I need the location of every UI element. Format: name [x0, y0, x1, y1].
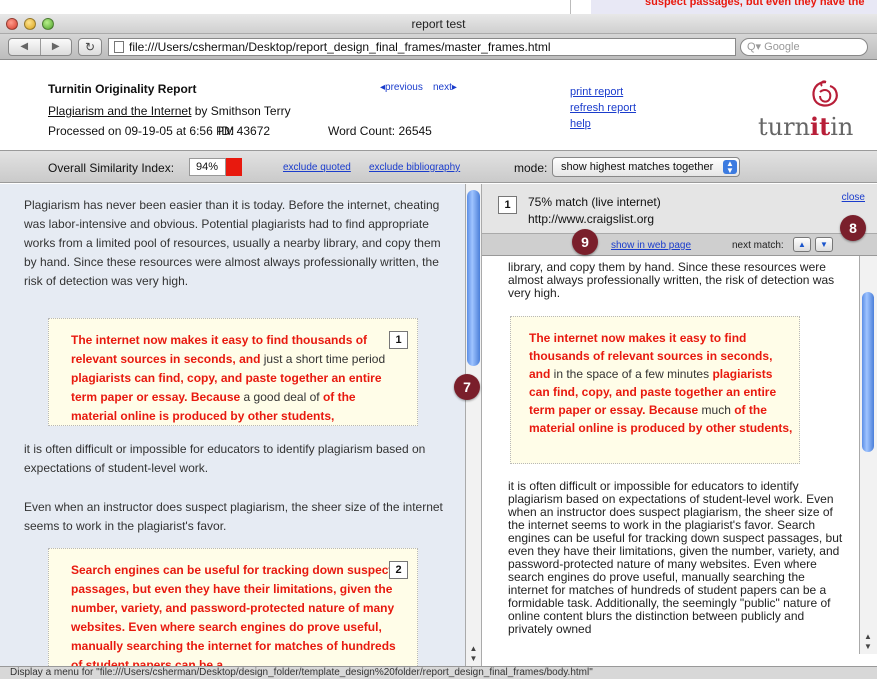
forward-button[interactable]: ▶ [39, 39, 72, 55]
paragraph-3: Even when an instructor does suspect pla… [24, 500, 443, 533]
similarity-bar: Overall Similarity Index: 94% exclude qu… [0, 150, 877, 183]
exclude-bibliography-link[interactable]: exclude bibliography [369, 162, 460, 173]
print-report-link[interactable]: print report [570, 84, 636, 100]
nav-buttons: ◀ ▶ [8, 38, 72, 56]
next-match-down-button[interactable]: ▼ [815, 237, 833, 252]
mode-select-value: show highest matches together [561, 161, 714, 173]
previous-link[interactable]: ◂previous [380, 82, 423, 93]
turnitin-logo: turnitin [758, 80, 868, 141]
report-title: Turnitin Originality Report [48, 82, 197, 96]
right-scroll-arrows[interactable]: ▲ ▼ [862, 632, 874, 652]
background-window-content: suspect passages, but even they have the [591, 0, 877, 14]
help-link[interactable]: help [570, 116, 636, 132]
source-subbar: show in web page next match: ▲ ▼ [482, 234, 877, 256]
match-block-1[interactable]: The internet now makes it easy to find t… [48, 318, 418, 426]
similarity-color-swatch [226, 158, 242, 176]
mode-label: mode: [514, 161, 548, 175]
match-block-2[interactable]: Search engines can be useful for trackin… [48, 548, 418, 666]
source-top-text: library, and copy them by hand. Since th… [508, 260, 835, 300]
report-actions: print report refresh report help [570, 84, 636, 132]
search-input[interactable]: Q▾ Google [740, 38, 868, 56]
refresh-report-link[interactable]: refresh report [570, 100, 636, 116]
file-icon [114, 41, 124, 53]
status-bar: Display a menu for "file:///Users/csherm… [0, 666, 877, 679]
window-title: report test [411, 17, 466, 31]
source-info: 75% match (live internet) http://www.cra… [528, 194, 661, 228]
callout-7: 7 [454, 374, 480, 400]
minimize-window-button[interactable] [24, 18, 36, 30]
reload-button[interactable]: ↻ [78, 38, 102, 56]
match-number-1[interactable]: 1 [389, 331, 408, 349]
zoom-window-button[interactable] [42, 18, 54, 30]
processed-date: Processed on 09-19-05 at 6:56 PM [48, 124, 235, 138]
callout-8: 8 [840, 215, 866, 241]
source-text-pane: library, and copy them by hand. Since th… [482, 256, 859, 654]
back-button[interactable]: ◀ [9, 39, 40, 55]
browser-toolbar: ◀ ▶ ↻ file:///Users/csherman/Desktop/rep… [0, 34, 877, 60]
background-window: suspect passages, but even they have the [570, 0, 877, 14]
next-match-label: next match: [732, 240, 784, 251]
paper-line: Plagiarism and the Internet by Smithson … [48, 104, 291, 118]
exclude-quoted-link[interactable]: exclude quoted [283, 162, 351, 173]
paragraph-1: Plagiarism has never been easier than it… [24, 198, 441, 288]
source-bottom-text: it is often difficult or impossible for … [508, 479, 843, 636]
window-titlebar[interactable]: report test [0, 14, 877, 34]
turnitin-logo-icon [812, 80, 838, 107]
show-in-web-page-link[interactable]: show in web page [611, 240, 691, 251]
mode-select[interactable]: show highest matches together ▲ ▼ [552, 157, 740, 177]
report-header: Turnitin Originality Report Plagiarism a… [0, 60, 877, 150]
source-url: http://www.craigslist.org [528, 212, 655, 226]
next-match-up-button[interactable]: ▲ [793, 237, 811, 252]
paragraph-2: it is often difficult or impossible for … [24, 442, 426, 475]
similarity-value: 94% [189, 158, 226, 176]
similarity-label: Overall Similarity Index: [48, 161, 175, 175]
submitted-paper-pane: Plagiarism has never been easier than it… [0, 184, 465, 666]
word-count: Word Count: 26545 [328, 124, 432, 138]
source-header: 1 75% match (live internet) http://www.c… [482, 184, 877, 234]
close-window-button[interactable] [6, 18, 18, 30]
right-scroll-thumb[interactable] [862, 292, 874, 452]
source-match-text: The internet now makes it easy to find t… [529, 331, 793, 435]
source-number: 1 [498, 196, 517, 214]
match-number-2[interactable]: 2 [389, 561, 408, 579]
background-window-text: suspect passages, but even they have the [645, 0, 865, 8]
address-url: file:///Users/csherman/Desktop/report_de… [129, 40, 551, 54]
left-pane-scrollbar[interactable]: ▲ ▼ [465, 184, 482, 666]
left-scroll-arrows[interactable]: ▲ ▼ [468, 644, 479, 664]
callout-9: 9 [572, 229, 598, 255]
source-match-block[interactable]: The internet now makes it easy to find t… [510, 316, 800, 464]
turnitin-wordmark: turnitin [758, 112, 854, 141]
select-arrows-icon: ▲ ▼ [723, 160, 737, 175]
match-block-1-text: The internet now makes it easy to find t… [71, 333, 386, 423]
next-link[interactable]: next▸ [433, 82, 457, 93]
close-source-link[interactable]: close [842, 192, 865, 203]
left-scroll-thumb[interactable] [467, 190, 480, 366]
address-bar[interactable]: file:///Users/csherman/Desktop/report_de… [108, 38, 736, 56]
source-match-line: 75% match (live internet) [528, 195, 661, 209]
paper-title-link[interactable]: Plagiarism and the Internet [48, 104, 191, 118]
right-pane-scrollbar[interactable]: ▲ ▼ [859, 256, 877, 654]
paper-author: by Smithson Terry [191, 104, 291, 118]
match-block-2-text: Search engines can be useful for trackin… [71, 563, 396, 666]
paper-id: ID: 43672 [218, 124, 271, 138]
